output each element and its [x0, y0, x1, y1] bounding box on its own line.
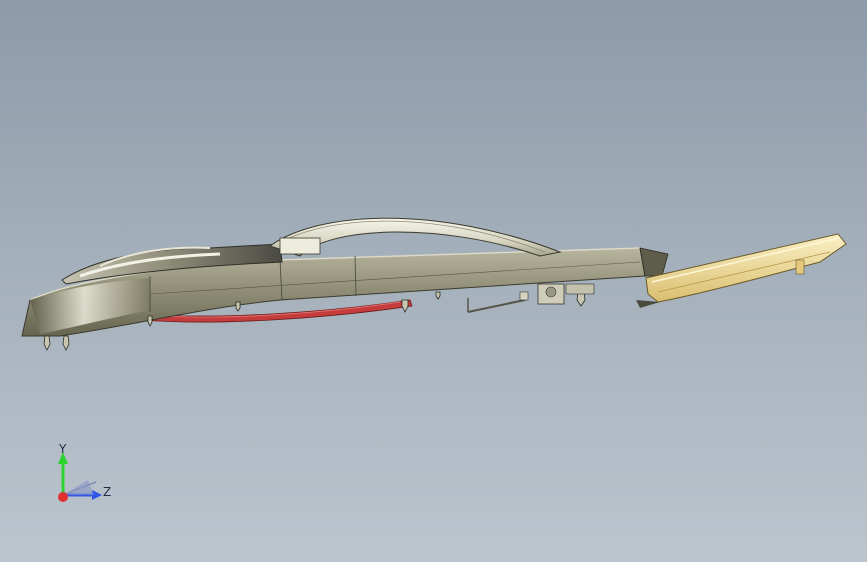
carry-handle[interactable]	[268, 217, 562, 257]
y-axis-label: Y	[59, 442, 67, 456]
adjuster-bracket[interactable]	[467, 283, 595, 313]
cover-plate[interactable]	[645, 233, 847, 303]
z-axis-label: Z	[103, 485, 112, 499]
axis-triad: Y Z	[48, 440, 118, 510]
cad-viewport[interactable]: Y Z	[0, 0, 867, 562]
street-light-model[interactable]	[0, 0, 867, 562]
